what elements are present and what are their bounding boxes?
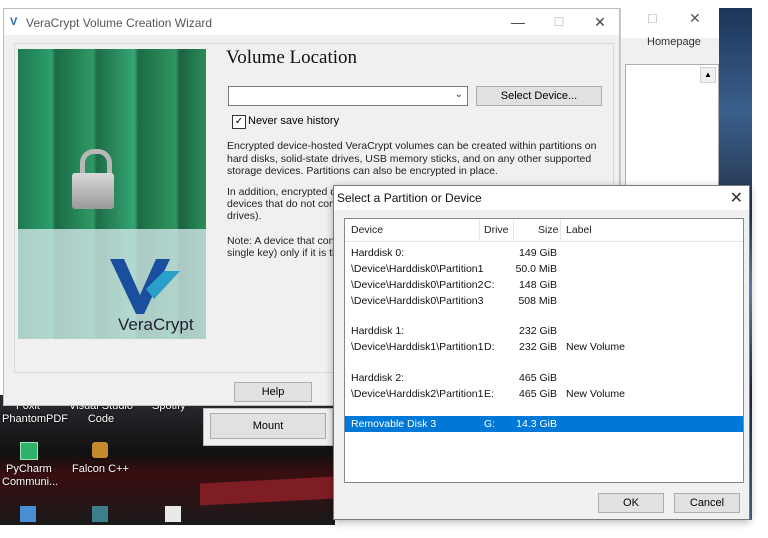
drive-cell: E:	[484, 388, 494, 400]
size-cell: 465 GiB	[519, 388, 557, 400]
pycharm-icon[interactable]	[20, 442, 38, 460]
homepage-tab[interactable]: Homepage	[647, 36, 701, 48]
table-row[interactable]: Harddisk 0: 149 GiB	[345, 245, 743, 261]
size-cell: 50.0 MiB	[515, 263, 557, 275]
size-cell: 148 GiB	[519, 279, 557, 291]
column-header-label[interactable]: Label	[566, 224, 592, 236]
desktop-icon-label: Communi...	[2, 476, 59, 488]
table-row[interactable]: Harddisk 1: 232 GiB	[345, 323, 743, 339]
veracrypt-logo-icon: V	[10, 16, 18, 28]
device-cell: \Device\Harddisk0\Partition3	[351, 295, 484, 307]
description-paragraph-1: Encrypted device-hosted VeraCrypt volume…	[227, 140, 597, 177]
device-cell: \Device\Harddisk2\Partition1	[351, 388, 484, 400]
device-cell: \Device\Harddisk0\Partition2	[351, 279, 484, 291]
table-row[interactable]: \Device\Harddisk2\Partition1 E: 465 GiB …	[345, 386, 743, 402]
size-cell: 508 MiB	[518, 295, 557, 307]
window-title: VeraCrypt Volume Creation Wizard	[26, 16, 213, 30]
size-cell: 14.3 GiB	[516, 418, 557, 430]
dialog-titlebar: Select a Partition or Device ✕	[334, 186, 749, 210]
ok-button[interactable]: OK	[598, 493, 664, 513]
dialog-title: Select a Partition or Device	[337, 191, 482, 205]
document-icon[interactable]	[165, 506, 181, 522]
drive-cell: C:	[484, 279, 495, 291]
column-header-device[interactable]: Device	[351, 224, 383, 236]
never-save-history-checkbox[interactable]: ✓	[232, 115, 246, 129]
select-partition-dialog: Select a Partition or Device ✕ Device Dr…	[333, 185, 750, 520]
size-cell: 465 GiB	[519, 372, 557, 384]
table-row[interactable]: \Device\Harddisk0\Partition2 C: 148 GiB	[345, 277, 743, 293]
list-header: Device Drive Size Label	[345, 219, 743, 242]
scroll-up-arrow[interactable]: ▲	[700, 67, 716, 83]
shortcut-icon[interactable]	[20, 506, 36, 522]
maximize-button[interactable]: ☐	[545, 12, 573, 32]
drive-cell: G:	[484, 418, 496, 430]
drive-cell: D:	[484, 341, 495, 353]
minimize-button[interactable]: —	[504, 12, 532, 32]
column-header-size[interactable]: Size	[538, 224, 558, 236]
device-list[interactable]: Device Drive Size Label Harddisk 0: 149 …	[344, 218, 744, 483]
device-cell: Harddisk 2:	[351, 372, 405, 384]
size-cell: 232 GiB	[519, 341, 557, 353]
volume-location-combobox[interactable]: ⌄	[228, 86, 468, 106]
minimize-icon[interactable]: ☐	[647, 12, 658, 26]
desktop-icon-label: Code	[87, 413, 115, 425]
close-button[interactable]: ✕	[586, 12, 614, 32]
column-divider[interactable]	[479, 220, 480, 240]
page-title: Volume Location	[226, 47, 358, 68]
veracrypt-desktop-icon[interactable]	[92, 506, 108, 522]
cancel-button[interactable]: Cancel	[674, 493, 740, 513]
table-row-selected[interactable]: Removable Disk 3 G: 14.3 GiB	[345, 416, 743, 432]
wizard-side-image: VeraCrypt	[18, 49, 206, 339]
close-icon[interactable]: ✕	[689, 10, 701, 27]
desktop-icon-falcon[interactable]: Falcon C++	[72, 463, 129, 476]
desktop-icon-pycharm[interactable]: PyCharm Communi...	[2, 463, 58, 489]
desktop-icon-label: Falcon C++	[72, 463, 129, 475]
table-row[interactable]: Harddisk 2: 465 GiB	[345, 370, 743, 386]
help-button[interactable]: Help	[234, 382, 312, 402]
never-save-history-label: Never save history	[248, 115, 340, 127]
size-cell: 232 GiB	[519, 325, 557, 337]
select-device-button[interactable]: Select Device...	[476, 86, 602, 106]
padlock-body	[72, 173, 114, 209]
desktop-icon-label: PyCharm	[6, 463, 52, 475]
column-header-drive[interactable]: Drive	[484, 224, 509, 236]
device-cell: Harddisk 0:	[351, 247, 405, 259]
size-cell: 149 GiB	[519, 247, 557, 259]
label-cell: New Volume	[566, 341, 625, 353]
label-cell: New Volume	[566, 388, 625, 400]
column-divider[interactable]	[560, 220, 561, 240]
column-divider[interactable]	[513, 220, 514, 240]
table-row[interactable]: \Device\Harddisk0\Partition1 50.0 MiB	[345, 261, 743, 277]
background-window-titlebar: ☐ ✕	[621, 8, 719, 38]
veracrypt-logo-icon	[110, 259, 180, 314]
table-row[interactable]: \Device\Harddisk0\Partition3 508 MiB	[345, 293, 743, 309]
mount-button[interactable]: Mount	[210, 413, 326, 439]
device-cell: Harddisk 1:	[351, 325, 405, 337]
main-window-fragment: Mount	[203, 408, 333, 446]
desktop-wallpaper-stripe	[200, 476, 335, 506]
veracrypt-brand-text: VeraCrypt	[118, 315, 194, 334]
close-icon[interactable]: ✕	[730, 188, 743, 208]
falcon-icon[interactable]	[92, 442, 108, 458]
chevron-down-icon[interactable]: ⌄	[455, 89, 463, 100]
desktop-icon-label: PhantomPDF	[2, 413, 69, 425]
wizard-titlebar: V VeraCrypt Volume Creation Wizard — ☐ ✕	[4, 9, 619, 35]
table-row[interactable]: \Device\Harddisk1\Partition1 D: 232 GiB …	[345, 339, 743, 355]
device-cell: Removable Disk 3	[351, 418, 437, 430]
device-cell: \Device\Harddisk1\Partition1	[351, 341, 484, 353]
device-cell: \Device\Harddisk0\Partition1	[351, 263, 484, 275]
